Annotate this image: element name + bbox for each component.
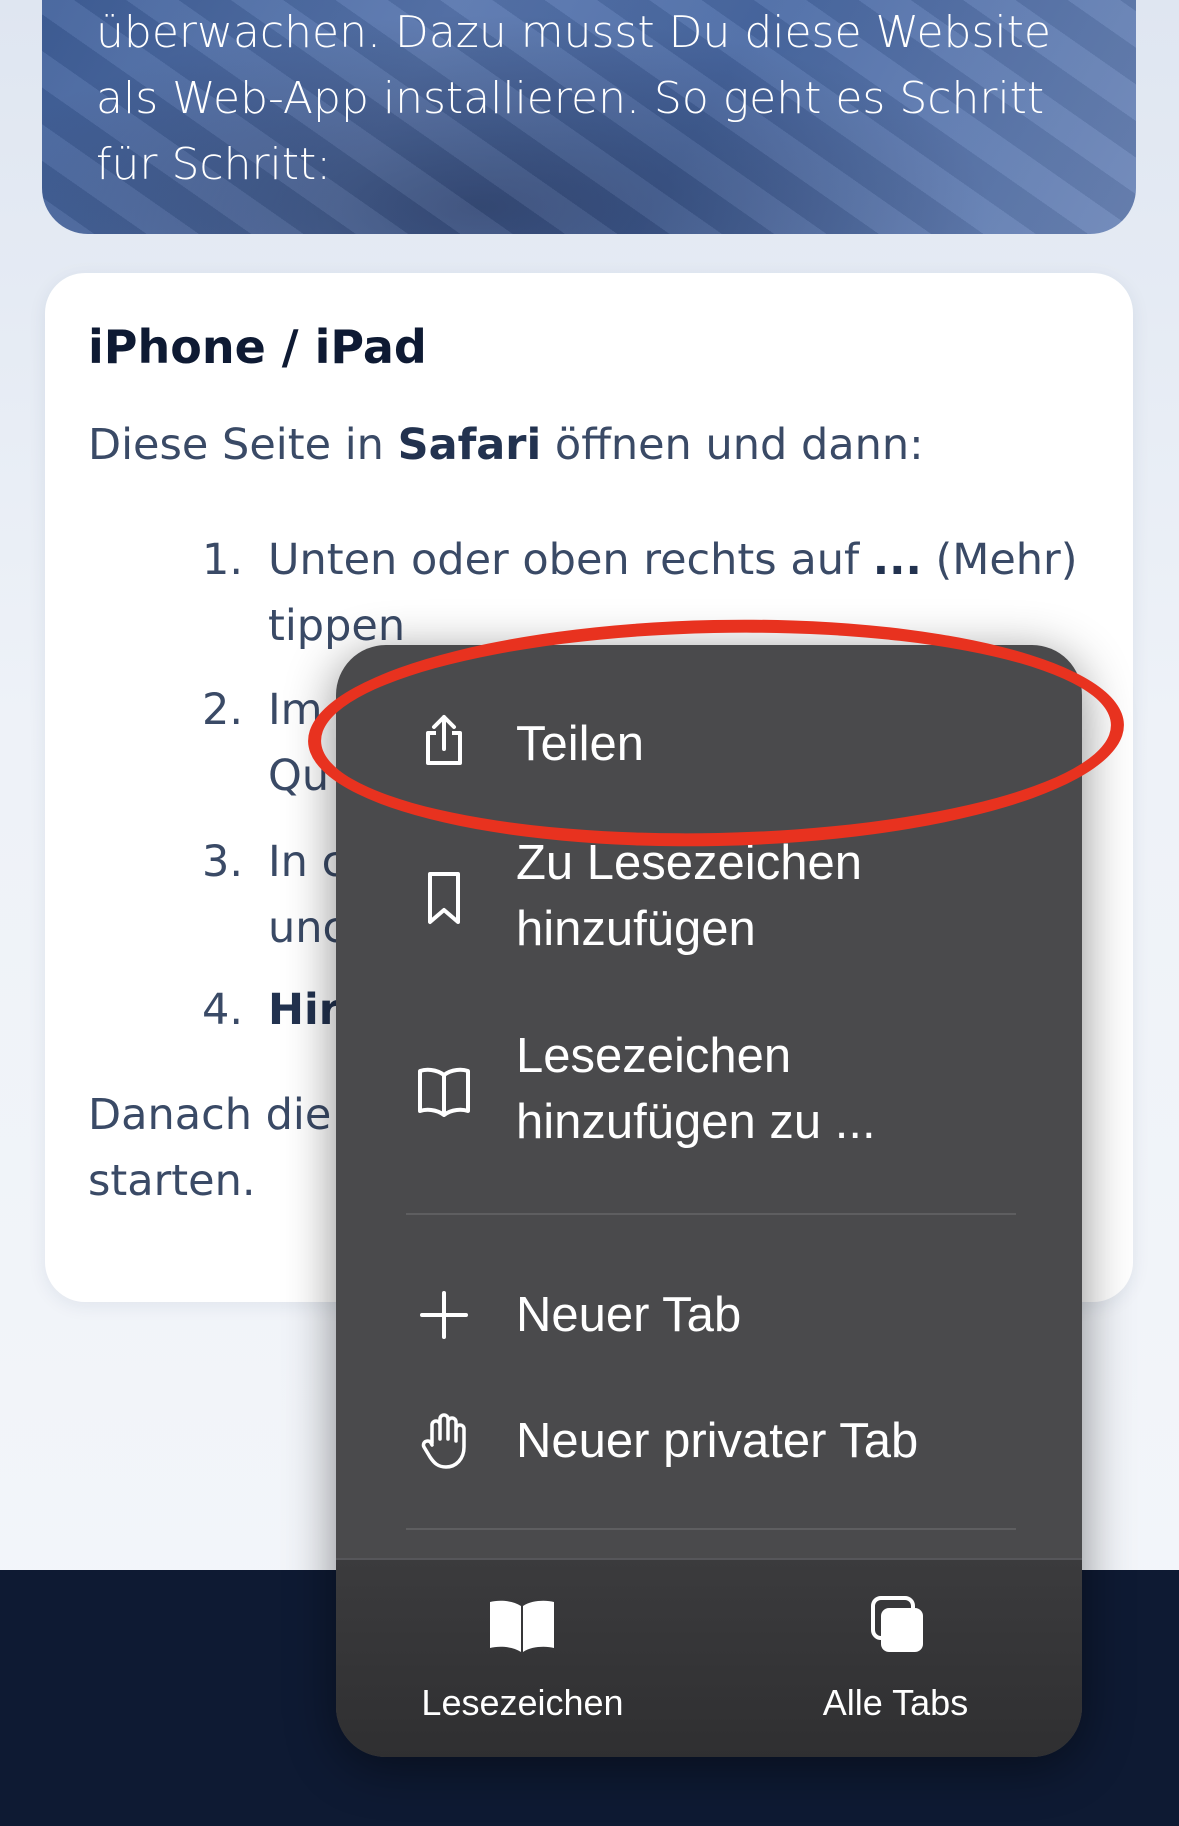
step-number: 4. <box>202 985 244 1035</box>
toolbar-all-tabs-button[interactable]: Alle Tabs <box>709 1560 1082 1757</box>
card-intro: Diese Seite in Safari öffnen und dann: <box>88 420 924 470</box>
menu-item-new-private-tab[interactable]: Neuer privater Tab <box>336 1401 1082 1481</box>
card-title: iPhone / iPad <box>88 320 427 374</box>
step-text: In c <box>268 837 346 887</box>
step-text: Unten oder oben rechts auf ... (Mehr) <box>268 527 1078 593</box>
menu-separator <box>406 1213 1016 1215</box>
menu-separator <box>406 1528 1016 1530</box>
hand-icon <box>421 1413 466 1469</box>
card-outro: Danach die starten. <box>88 1082 331 1214</box>
intro-text-before: Diese Seite in <box>88 420 398 470</box>
menu-toolbar: Lesezeichen Alle Tabs <box>336 1558 1082 1757</box>
tabs-icon <box>871 1596 923 1652</box>
step-1-more-symbol: ... <box>872 535 922 585</box>
outro-line-1: Danach die <box>88 1090 332 1140</box>
book-filled-icon <box>490 1600 554 1652</box>
step-number: 2. <box>202 685 244 735</box>
hero-banner: überwachen. Dazu musst Du diese Website … <box>42 0 1136 234</box>
plus-icon <box>420 1291 468 1339</box>
menu-item-label: Neuer Tab <box>516 1288 742 1342</box>
menu-item-label: Lesezeichen hinzufügen zu ... <box>516 1029 876 1149</box>
hero-text: überwachen. Dazu musst Du diese Website … <box>96 7 1051 190</box>
step-number: 1. <box>202 535 244 585</box>
outro-line-2: starten. <box>88 1156 256 1206</box>
toolbar-bookmarks-button[interactable]: Lesezeichen <box>336 1560 709 1757</box>
menu-item-add-bookmark-to[interactable]: Lesezeichen hinzufügen zu ... <box>336 1023 1082 1163</box>
intro-text-after: öffnen und dann: <box>541 420 924 470</box>
step-1-text-before: Unten oder oben rechts auf <box>268 535 873 585</box>
toolbar-label: Lesezeichen <box>421 1682 624 1723</box>
toolbar-label: Alle Tabs <box>822 1682 969 1723</box>
menu-item-label: Zu Lesezeichen hinzufügen <box>516 836 862 956</box>
bookmark-icon <box>428 872 460 924</box>
step-text-line2: unc <box>268 903 347 953</box>
step-1-text-after: (Mehr) <box>921 535 1078 585</box>
intro-text-safari: Safari <box>397 420 542 470</box>
step-number: 3. <box>202 837 244 887</box>
book-icon <box>418 1067 470 1117</box>
menu-item-add-bookmark[interactable]: Zu Lesezeichen hinzufügen <box>336 830 1082 970</box>
menu-item-new-tab[interactable]: Neuer Tab <box>336 1275 1082 1355</box>
step-text: Hir <box>268 985 340 1035</box>
menu-item-label: Neuer privater Tab <box>516 1414 919 1468</box>
